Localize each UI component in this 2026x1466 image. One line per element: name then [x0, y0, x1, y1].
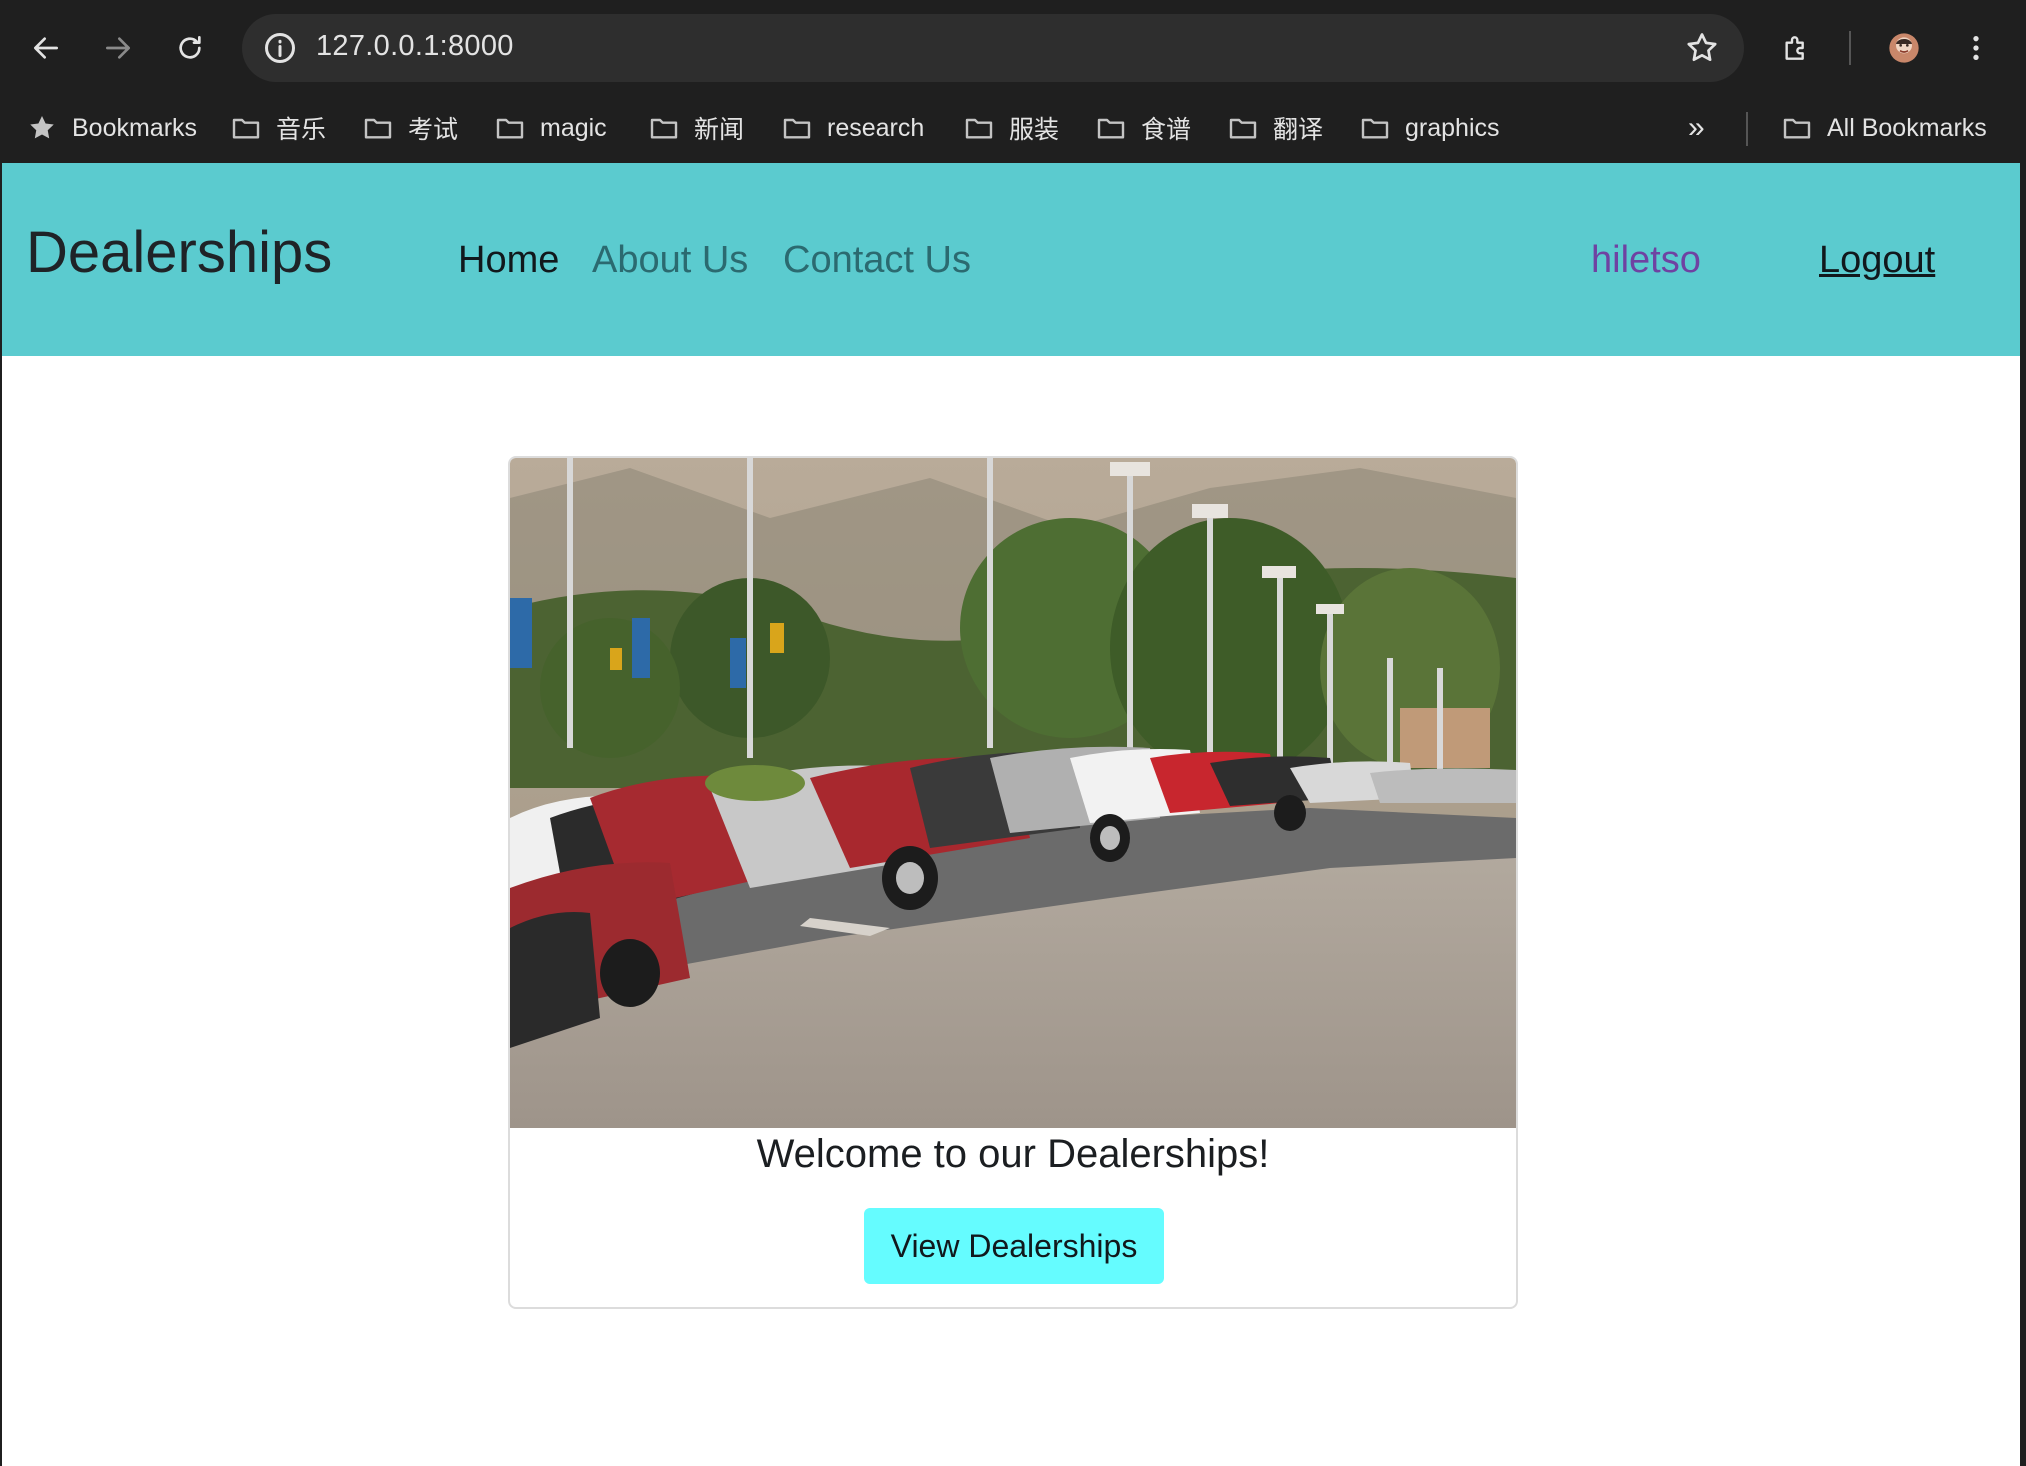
bookmark-folder-recipes[interactable]: 食谱 — [1095, 106, 1191, 150]
folder-icon — [496, 118, 524, 139]
bookmark-label: magic — [540, 113, 607, 142]
bookmark-folder-music[interactable]: 音乐 — [230, 106, 326, 150]
browser-toolbar: 127.0.0.1:8000 — [0, 0, 2026, 96]
toolbar-divider — [1849, 31, 1851, 65]
web-page: Dealerships Home About Us Contact Us hil… — [2, 163, 2020, 1466]
bookmark-star-icon[interactable] — [1684, 30, 1720, 66]
bookmark-label: 食谱 — [1141, 116, 1192, 144]
bookmarks-overflow-button[interactable]: » — [1688, 106, 1705, 150]
chevron-double-right-icon: » — [1688, 111, 1705, 144]
url-text[interactable]: 127.0.0.1:8000 — [316, 30, 514, 63]
dealership-lot-image — [510, 458, 1516, 1128]
puzzle-icon — [1785, 36, 1804, 60]
forward-button[interactable] — [94, 24, 142, 72]
reload-button[interactable] — [166, 24, 214, 72]
navbar: Dealerships Home About Us Contact Us hil… — [2, 163, 2020, 356]
bookmark-folder-exam[interactable]: 考试 — [362, 106, 458, 150]
folder-icon — [650, 118, 678, 139]
brand-title[interactable]: Dealerships — [26, 219, 332, 286]
nav-link-contact-us[interactable]: Contact Us — [783, 239, 971, 282]
bookmark-label: 翻译 — [1273, 116, 1324, 144]
arrow-left-icon — [34, 37, 58, 59]
back-button[interactable] — [22, 24, 70, 72]
welcome-heading: Welcome to our Dealerships! — [756, 1132, 1270, 1176]
folder-icon — [1229, 118, 1257, 139]
arrow-right-icon — [106, 37, 130, 59]
bookmarks-bar: Bookmarks 音乐 考试 magic 新闻 research 服装 食谱 — [0, 96, 2026, 162]
all-bookmarks-button[interactable]: All Bookmarks — [1781, 106, 1987, 150]
bookmark-folder-translate[interactable]: 翻译 — [1227, 106, 1323, 150]
parking-lot-illustration — [510, 458, 1516, 1128]
folder-icon — [232, 118, 260, 139]
folder-icon — [1097, 118, 1125, 139]
bookmark-label: 服装 — [1009, 116, 1060, 144]
bookmark-folder-research[interactable]: research — [781, 106, 924, 150]
bookmark-folder-news[interactable]: 新闻 — [648, 106, 744, 150]
bookmark-label: All Bookmarks — [1827, 113, 1987, 142]
bookmark-folder-graphics[interactable]: graphics — [1359, 106, 1500, 150]
menu-button[interactable] — [1952, 24, 2000, 72]
browser-chrome: 127.0.0.1:8000 Bookmarks 音乐 考试 magic 新闻 … — [0, 0, 2026, 163]
folder-icon — [783, 118, 811, 139]
bookmark-item-bookmarks[interactable]: Bookmarks — [26, 106, 197, 150]
nav-link-home[interactable]: Home — [458, 239, 559, 282]
site-info-icon[interactable] — [262, 30, 298, 66]
logout-link[interactable]: Logout — [1819, 239, 1935, 282]
nav-link-about-us[interactable]: About Us — [592, 239, 748, 282]
bookmark-label: graphics — [1405, 113, 1500, 142]
folder-icon — [965, 118, 993, 139]
bookmarks-divider — [1746, 112, 1748, 146]
bookmark-folder-magic[interactable]: magic — [494, 106, 607, 150]
star-icon — [30, 116, 54, 139]
bookmark-folder-clothing[interactable]: 服装 — [963, 106, 1059, 150]
bookmark-label: research — [827, 113, 925, 142]
welcome-card: Welcome to our Dealerships! View Dealers… — [508, 456, 1518, 1309]
view-dealerships-button[interactable]: View Dealerships — [864, 1208, 1164, 1284]
bookmark-label: Bookmarks — [72, 113, 198, 142]
profile-button[interactable] — [1880, 24, 1928, 72]
extensions-button[interactable] — [1772, 24, 1820, 72]
folder-icon — [1361, 118, 1389, 139]
folder-icon — [1783, 118, 1811, 139]
username-label: hiletso — [1591, 239, 1701, 281]
avatar — [1889, 33, 1919, 63]
kebab-menu-icon — [1973, 36, 1979, 60]
bookmark-label: 新闻 — [694, 116, 745, 144]
bookmark-label: 音乐 — [276, 116, 327, 144]
folder-icon — [364, 118, 392, 139]
reload-icon — [179, 36, 201, 59]
address-bar[interactable]: 127.0.0.1:8000 — [242, 14, 1744, 82]
bookmark-label: 考试 — [408, 116, 459, 144]
